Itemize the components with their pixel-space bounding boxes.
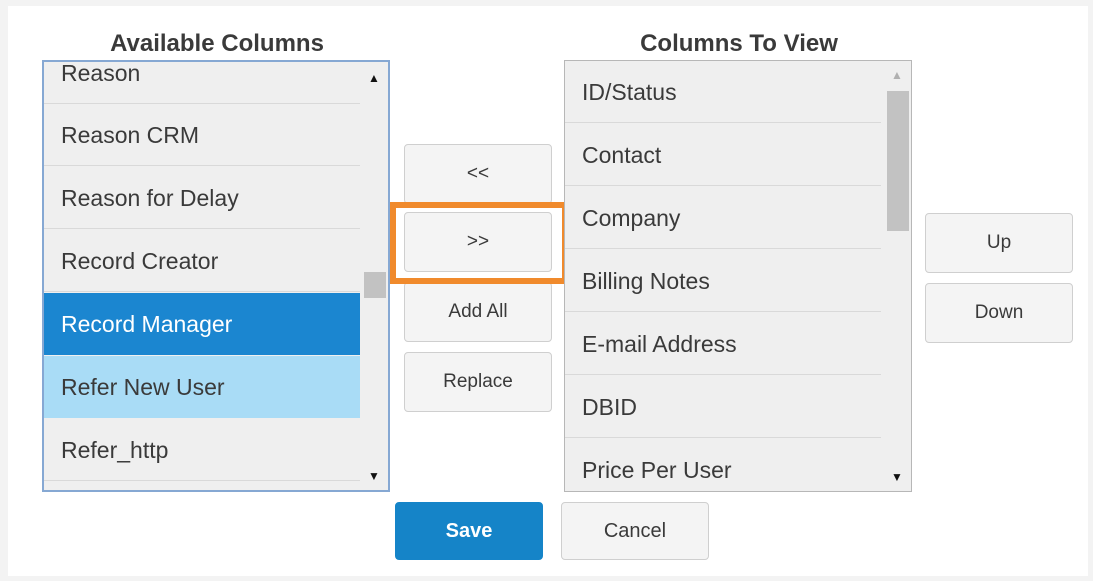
list-item[interactable]: Reason for Delay [44,167,360,229]
available-columns-heading: Available Columns [110,30,324,57]
scroll-down-icon[interactable]: ▼ [883,467,911,487]
list-item[interactable]: Record Manager [44,293,360,355]
cancel-button[interactable]: Cancel [561,502,709,560]
columns-to-view-heading: Columns To View [640,30,838,57]
add-all-button[interactable]: Add All [404,282,552,342]
scroll-down-icon[interactable]: ▼ [360,466,388,486]
replace-button[interactable]: Replace [404,352,552,412]
scroll-thumb[interactable] [364,272,386,298]
list-item[interactable]: Record Creator [44,230,360,292]
view-scrollbar[interactable]: ▲ ▼ [883,61,911,491]
scroll-up-icon[interactable]: ▲ [360,68,388,88]
list-item[interactable]: Reason CRM [44,104,360,166]
save-button[interactable]: Save [395,502,543,560]
list-item[interactable]: Refer New User [44,356,360,418]
list-item[interactable]: Company [565,187,881,249]
remove-column-button[interactable]: << [404,144,552,204]
move-up-button[interactable]: Up [925,213,1073,273]
scroll-thumb[interactable] [887,91,909,231]
list-item[interactable]: Price Per User [565,439,881,491]
list-item[interactable]: Reason [44,62,360,104]
available-scrollbar[interactable]: ▲ ▼ [360,62,388,490]
columns-to-view-list[interactable]: ID/Status Contact Company Billing Notes … [564,60,912,492]
list-item[interactable]: Billing Notes [565,250,881,312]
add-button-highlight [390,202,568,284]
move-down-button[interactable]: Down [925,283,1073,343]
list-item[interactable]: Contact [565,124,881,186]
list-item[interactable]: ID/Status [565,61,881,123]
list-item[interactable]: E-mail Address [565,313,881,375]
list-item[interactable]: Refer_http [44,419,360,481]
list-item[interactable]: DBID [565,376,881,438]
available-columns-list[interactable]: Reason Reason CRM Reason for Delay Recor… [42,60,390,492]
scroll-up-icon[interactable]: ▲ [883,65,911,85]
